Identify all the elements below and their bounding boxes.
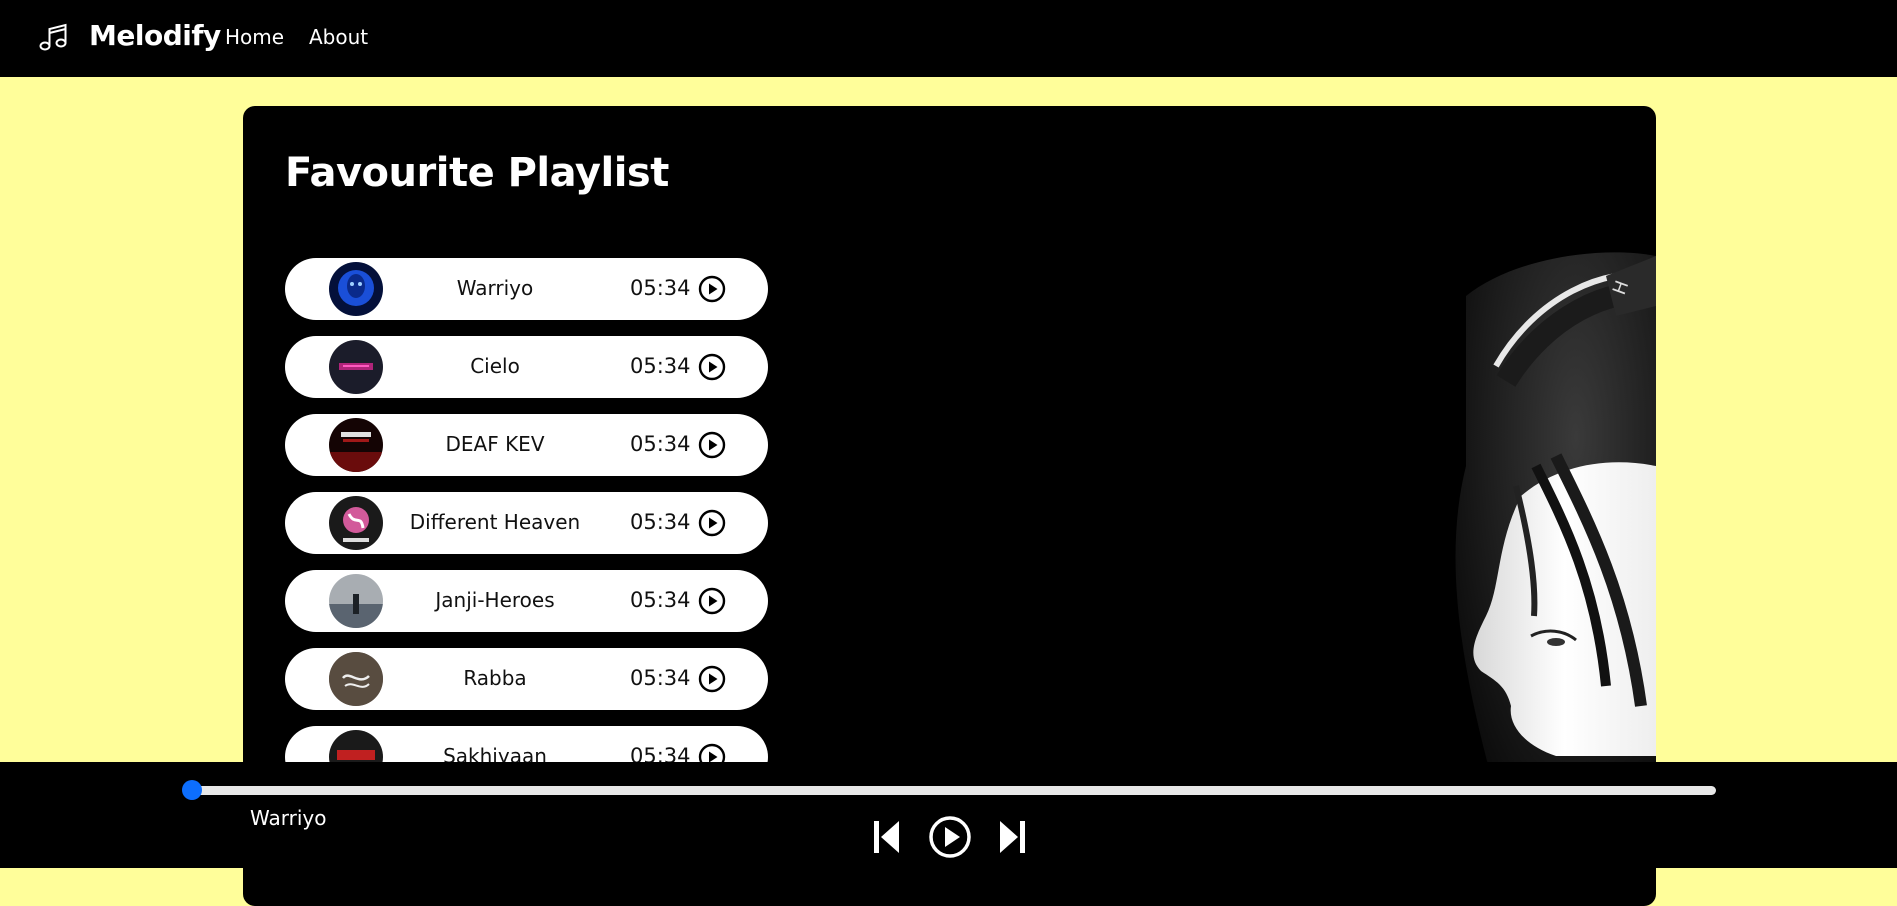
song-duration: 05:34 bbox=[630, 432, 691, 456]
play-circle-icon[interactable] bbox=[698, 665, 726, 693]
song-item[interactable]: Cielo 05:34 bbox=[285, 336, 768, 398]
play-circle-icon[interactable] bbox=[698, 587, 726, 615]
playlist-title: Favourite Playlist bbox=[285, 150, 669, 196]
song-title: Cielo bbox=[470, 354, 520, 378]
album-art bbox=[329, 340, 383, 394]
nav-link-home[interactable]: Home bbox=[225, 25, 284, 49]
album-art bbox=[329, 262, 383, 316]
play-circle-icon[interactable] bbox=[698, 275, 726, 303]
album-art bbox=[329, 418, 383, 472]
play-circle-icon[interactable] bbox=[698, 431, 726, 459]
song-title: Warriyo bbox=[456, 276, 534, 300]
song-title: Janji-Heroes bbox=[435, 588, 555, 612]
navbar: Melodify Home About bbox=[0, 0, 1897, 77]
skip-back-icon[interactable] bbox=[872, 817, 902, 857]
song-title: DEAF KEV bbox=[445, 432, 545, 456]
album-art bbox=[329, 496, 383, 550]
song-item[interactable]: DEAF KEV 05:34 bbox=[285, 414, 768, 476]
song-title: Rabba bbox=[463, 666, 527, 690]
nav-link-about[interactable]: About bbox=[309, 25, 368, 49]
song-title: Different Heaven bbox=[409, 510, 581, 534]
skip-forward-icon[interactable] bbox=[997, 817, 1027, 857]
music-note-icon[interactable] bbox=[38, 22, 68, 52]
progress-thumb[interactable] bbox=[182, 780, 202, 800]
player-bar: Warriyo bbox=[0, 762, 1897, 868]
album-art bbox=[329, 652, 383, 706]
song-item[interactable]: Warriyo 05:34 bbox=[285, 258, 768, 320]
play-circle-icon[interactable] bbox=[698, 353, 726, 381]
hero-image: H bbox=[1136, 166, 1656, 866]
song-item[interactable]: Rabba 05:34 bbox=[285, 648, 768, 710]
progress-bar[interactable] bbox=[191, 786, 1716, 795]
play-circle-icon[interactable] bbox=[698, 509, 726, 537]
song-duration: 05:34 bbox=[630, 354, 691, 378]
song-list: Warriyo 05:34 Cielo 05:34 DEAF KEV 05:34 bbox=[285, 258, 770, 804]
song-duration: 05:34 bbox=[630, 510, 691, 534]
song-duration: 05:34 bbox=[630, 276, 691, 300]
song-duration: 05:34 bbox=[630, 588, 691, 612]
play-circle-icon[interactable] bbox=[928, 815, 972, 859]
now-playing-title: Warriyo bbox=[250, 806, 327, 830]
song-duration: 05:34 bbox=[630, 666, 691, 690]
album-art bbox=[329, 574, 383, 628]
song-item[interactable]: Janji-Heroes 05:34 bbox=[285, 570, 768, 632]
brand-name[interactable]: Melodify bbox=[89, 19, 221, 52]
song-item[interactable]: Different Heaven 05:34 bbox=[285, 492, 768, 554]
